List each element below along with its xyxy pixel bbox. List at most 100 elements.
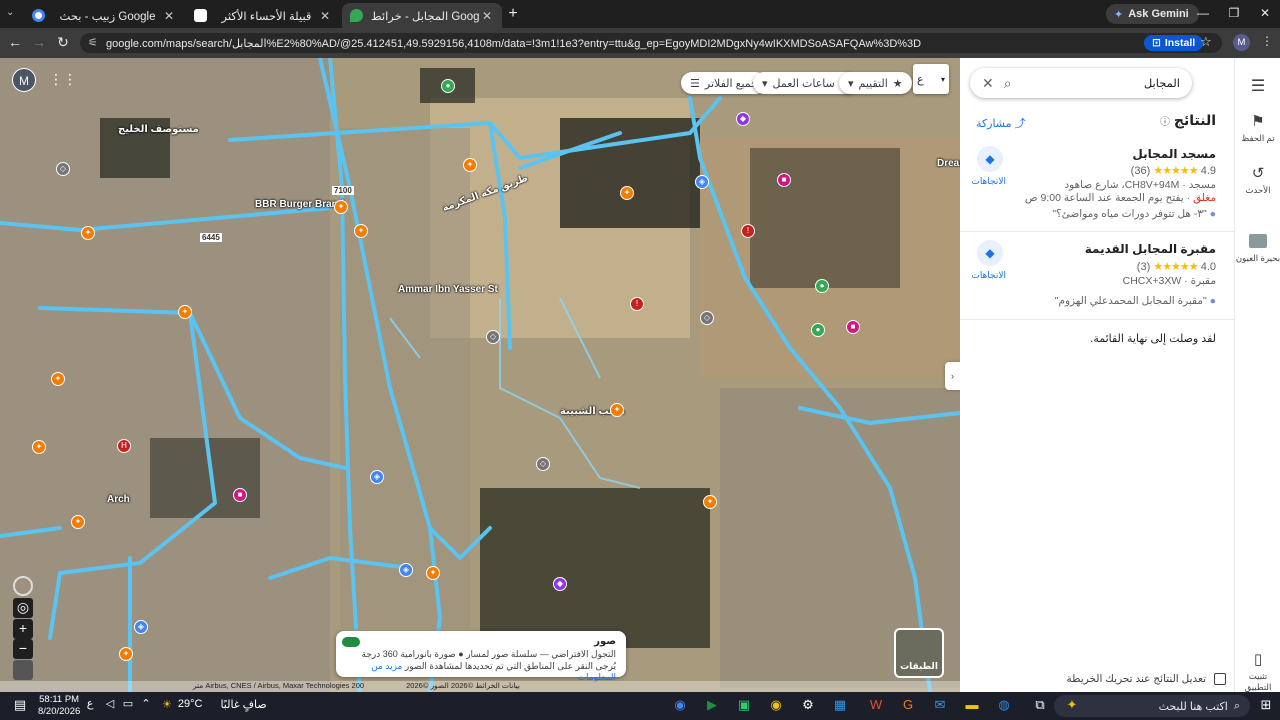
volume-icon[interactable]: ◁ [100,697,120,710]
directions-button[interactable]: ◆ الاتجاهات [971,146,1006,187]
rail-install-app[interactable]: ▯ تثبيت التطبيق [1235,650,1280,693]
my-location-button[interactable]: ◎ [13,598,33,618]
map-label-hospital[interactable]: مستوصف الخليج [118,124,199,135]
new-tab-button[interactable]: + [504,5,522,23]
back-button[interactable]: ← [6,34,24,50]
hotel-pin-icon[interactable]: ■ [777,173,791,187]
park-pin-icon[interactable]: ● [811,323,825,337]
restaurant-pin-icon[interactable]: ✦ [354,224,368,238]
app-taskbar-icon[interactable]: ▶ [702,697,722,713]
layers-button[interactable]: الطبقات [894,628,944,678]
satellite-map[interactable]: مستوصف الخليج BBR Burger Brand Ammar Ibn… [0,58,960,692]
zoom-out-button[interactable]: − [13,639,33,659]
mosque-pin-icon[interactable]: ◇ [536,457,550,471]
notifications-icon[interactable]: ▤ [10,697,30,713]
close-tab-icon[interactable]: ✕ [162,9,176,23]
restaurant-pin-icon[interactable]: ✦ [334,200,348,214]
bookmark-star-icon[interactable]: ☆ [1200,34,1212,50]
update-on-move-checkbox[interactable] [1214,673,1226,685]
chrome-taskbar-icon[interactable]: ◉ [670,697,690,713]
mosque-pin-icon[interactable]: ◇ [56,162,70,176]
rail-recent[interactable]: ↺ الأحدث [1235,164,1280,196]
street-view-button[interactable] [13,660,33,680]
restaurant-pin-icon[interactable]: ✦ [71,515,85,529]
network-icon[interactable]: ▭ [118,697,138,710]
site-info-icon[interactable]: ⚟ [88,36,98,49]
restaurant-pin-icon[interactable]: ✦ [610,403,624,417]
mail-icon[interactable]: ✉ [930,697,950,713]
map-label-dream[interactable]: Dream [937,158,960,169]
close-icon[interactable]: ✕ [982,75,994,92]
tab-list-icon[interactable]: ⌄ [6,7,14,18]
user-avatar[interactable]: M [12,68,36,92]
tray-chevron-icon[interactable]: ⌃ [136,697,156,710]
rating-chip[interactable]: ▾ التقييم ★ [839,72,912,94]
hospital-pin-icon[interactable]: H [117,439,131,453]
restaurant-pin-icon[interactable]: ✦ [81,226,95,240]
close-tab-icon[interactable]: ✕ [318,9,332,23]
maximize-button[interactable]: ❐ [1224,6,1244,20]
shop-pin-icon[interactable]: ◈ [399,563,413,577]
directions-button[interactable]: ◆ الاتجاهات [971,240,1006,281]
input-language[interactable]: ع [80,697,100,710]
zoom-in-button[interactable]: + [13,619,33,639]
app-taskbar-icon[interactable]: G [898,697,918,712]
info-icon[interactable]: ⓘ [1160,117,1170,128]
result-name[interactable]: مقبرة المجابل القديمة [1085,242,1216,256]
hotel-pin-icon[interactable]: ■ [846,320,860,334]
minimize-button[interactable]: — [1193,6,1213,20]
place-pin-icon[interactable]: ! [741,224,755,238]
rail-lake[interactable]: بحيرة العيون [1235,234,1280,264]
system-clock[interactable]: 58:11 PM 8/20/2026 [38,694,80,718]
hotel-pin-icon[interactable]: ■ [233,488,247,502]
shop-pin-icon[interactable]: ◈ [370,470,384,484]
settings-icon[interactable]: ⚙ [798,697,818,713]
update-on-move-option[interactable]: تعديل النتائج عند تحريك الخريطة [1067,673,1226,685]
app-taskbar-icon[interactable]: W [866,697,886,712]
restaurant-pin-icon[interactable]: ✦ [703,495,717,509]
chrome-taskbar-icon[interactable]: ◉ [766,697,786,713]
ask-gemini-button[interactable]: ✦ Ask Gemini [1106,4,1199,24]
restaurant-pin-icon[interactable]: ✦ [426,566,440,580]
rail-saved[interactable]: ⚑ تم الحفظ [1235,112,1280,144]
forward-button[interactable]: → [30,34,48,50]
map-label-arch[interactable]: Arch [107,494,130,505]
result-name[interactable]: مسجد المجابل [1132,147,1216,161]
restaurant-pin-icon[interactable]: ✦ [51,372,65,386]
browser-tab[interactable]: زبيب - بحث Google ✕ [24,3,184,28]
restaurant-pin-icon[interactable]: ✦ [178,305,192,319]
photo-toggle[interactable] [342,637,360,647]
pegman-icon[interactable]: . [13,576,33,596]
taskbar-search[interactable]: ⌕ اكتب هنا للبحث [1054,695,1250,717]
mosque-pin-icon[interactable]: ◇ [486,330,500,344]
shopping-pin-icon[interactable]: ◆ [553,577,567,591]
shop-pin-icon[interactable]: ◈ [695,175,709,189]
copilot-icon[interactable]: ✦ [1062,697,1082,713]
restaurant-pin-icon[interactable]: ✦ [32,440,46,454]
close-tab-icon[interactable]: ✕ [480,9,494,23]
edge-icon[interactable]: ◍ [994,697,1014,713]
close-window-button[interactable]: ✕ [1255,6,1275,20]
restaurant-pin-icon[interactable]: ✦ [463,158,477,172]
menu-icon[interactable]: ☰ [1235,76,1280,96]
map-label-burger[interactable]: BBR Burger Brand [255,199,344,210]
share-button[interactable]: ⤴ مشاركة [976,115,1026,131]
collapse-panel-button[interactable]: › [945,362,960,390]
profile-avatar[interactable]: M [1233,34,1250,51]
map-language-menu[interactable]: ع ▾ [913,64,949,94]
task-view-icon[interactable]: ⧉ [1030,697,1050,713]
start-button[interactable]: ⊞ [1256,697,1276,713]
park-pin-icon[interactable]: ● [441,79,455,93]
browser-tab-active[interactable]: المجابل - خرائط Google ✕ [342,3,502,28]
shop-pin-icon[interactable]: ◈ [134,620,148,634]
park-pin-icon[interactable]: ● [815,279,829,293]
reload-button[interactable]: ↻ [54,34,72,51]
shopping-pin-icon[interactable]: ◆ [736,112,750,126]
apps-grid-icon[interactable]: ⋮⋮ [49,71,77,88]
app-taskbar-icon[interactable]: ▦ [830,697,850,713]
search-input[interactable]: المجابل [1022,76,1180,90]
search-icon[interactable]: ⌕ [1004,75,1012,92]
address-bar[interactable]: ⚟ google.com/maps/search/المجابل%E2%80%A… [80,33,1222,53]
result-card[interactable]: مقبرة المجابل القديمة 4.0 ★★★★★ (3) مقبر… [960,232,1234,320]
place-pin-icon[interactable]: ! [630,297,644,311]
